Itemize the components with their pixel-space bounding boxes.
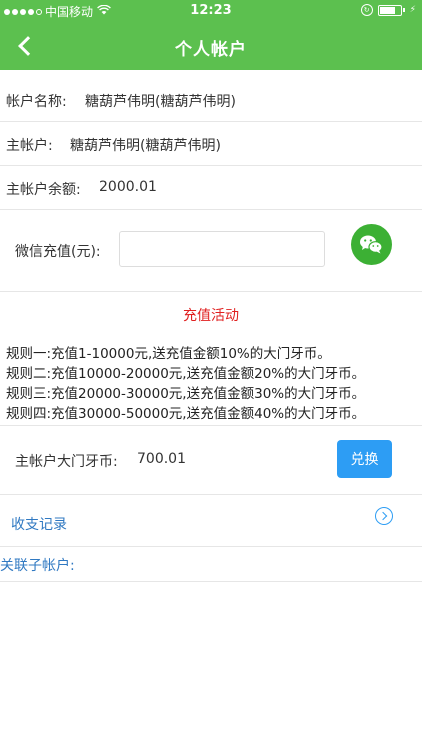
recharge-label: 微信充值(元): [15, 244, 101, 260]
battery-tip [402, 8, 405, 12]
activity-rule-4: 规则四:充值30000-50000元,送充值金额40%的大门牙币。 [6, 406, 366, 422]
charging-icon: ⚡ [409, 5, 416, 15]
activity-rule-2: 规则二:充值10000-20000元,送充值金额20%的大门牙币。 [6, 366, 366, 382]
nav-bar: 个人帐户 [0, 22, 422, 70]
exchange-button[interactable]: 兑换 [337, 440, 392, 478]
recharge-row: 微信充值(元): [0, 210, 422, 292]
status-right: ↻ ⚡ [360, 4, 416, 16]
main-account-value: 糖葫芦伟明(糖葫芦伟明) [70, 138, 221, 154]
rotation-lock-icon: ↻ [360, 4, 373, 16]
activity-title: 充值活动 [183, 308, 239, 324]
activity-rule-1: 规则一:充值1-10000元,送充值金额10%的大门牙币。 [6, 346, 331, 362]
sub-accounts-label: 关联子帐户: [0, 558, 75, 574]
coins-row: 主帐户大门牙币: 700.01 兑换 [0, 425, 422, 495]
coins-label: 主帐户大门牙币: [15, 454, 118, 470]
status-time: 12:23 [190, 3, 232, 18]
wechat-pay-button[interactable] [351, 224, 392, 265]
sub-accounts-row[interactable]: 关联子帐户: [0, 547, 422, 582]
page-title: 个人帐户 [175, 40, 247, 60]
account-name-label: 帐户名称: [6, 94, 67, 110]
balance-row: 主帐户余额: 2000.01 [0, 166, 422, 210]
battery-icon [377, 4, 402, 16]
balance-label: 主帐户余额: [6, 182, 81, 198]
recharge-amount-input[interactable] [119, 231, 325, 267]
main-account-row: 主帐户: 糖葫芦伟明(糖葫芦伟明) [0, 122, 422, 166]
records-row[interactable]: 收支记录 [0, 494, 422, 547]
activity-rule-3: 规则三:充值20000-30000元,送充值金额30%的大门牙币。 [6, 386, 366, 402]
account-name-value: 糖葫芦伟明(糖葫芦伟明) [85, 94, 236, 110]
main-account-label: 主帐户: [6, 138, 53, 154]
status-bar: 中国移动 12:23 ↻ ⚡ [0, 0, 422, 22]
coins-value: 700.01 [137, 451, 186, 467]
records-label: 收支记录 [11, 517, 67, 533]
circle-chevron-right-icon [375, 507, 393, 525]
balance-value: 2000.01 [99, 179, 157, 195]
account-name-row: 帐户名称: 糖葫芦伟明(糖葫芦伟明) [0, 78, 422, 122]
wechat-icon [360, 235, 383, 254]
